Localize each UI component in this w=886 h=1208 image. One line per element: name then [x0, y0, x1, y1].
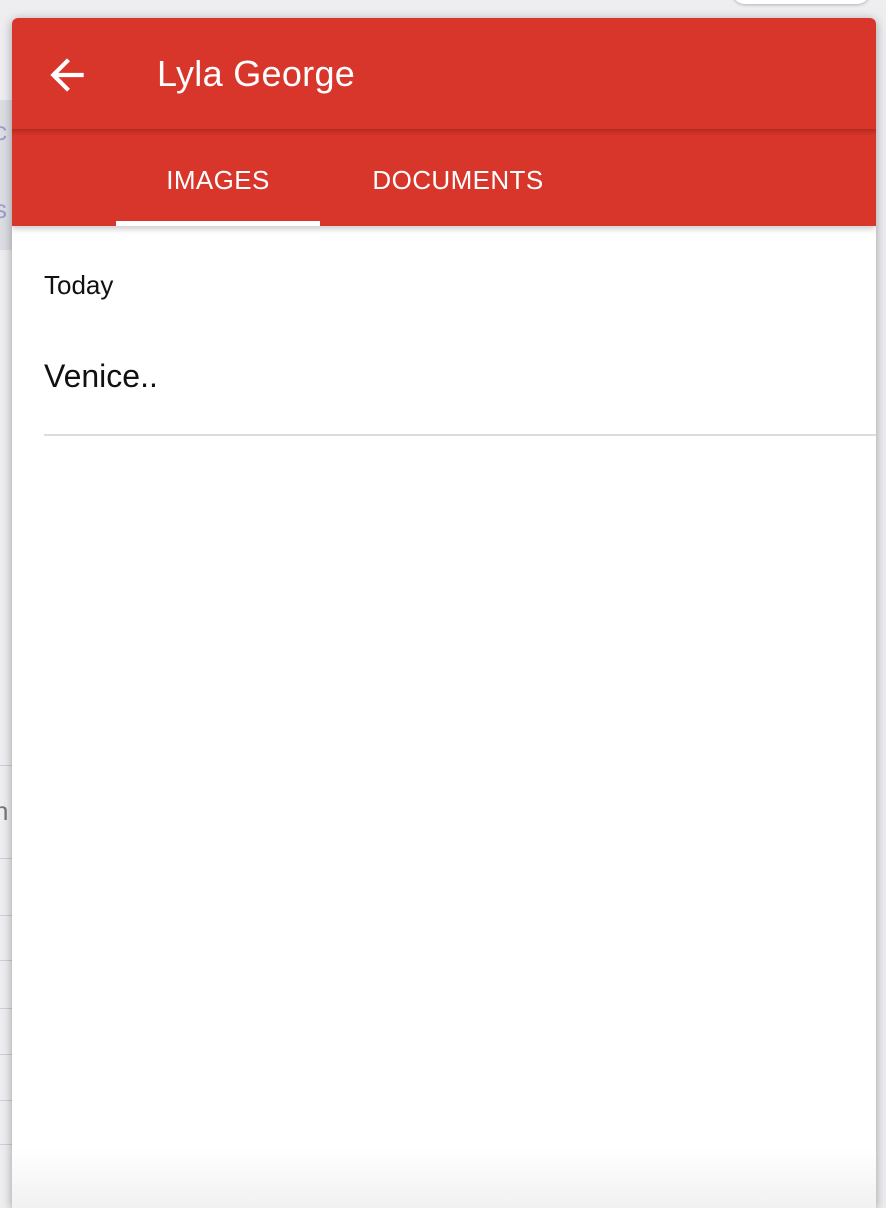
- background-glyph: c: [0, 116, 7, 146]
- tab-images[interactable]: IMAGES: [116, 135, 320, 226]
- app-toolbar: Lyla George: [12, 18, 876, 130]
- list-item-label: Venice..: [44, 358, 158, 394]
- bottom-fade: [12, 1148, 876, 1208]
- tab-documents[interactable]: DOCUMENTS: [348, 135, 568, 226]
- background-glyph: s: [0, 194, 7, 224]
- page-title: Lyla George: [157, 53, 356, 94]
- background-pill: [732, 0, 870, 4]
- arrow-left-icon: [50, 58, 84, 92]
- tab-bar: IMAGES DOCUMENTS: [12, 135, 876, 226]
- back-button[interactable]: [42, 50, 92, 100]
- content-list: Today Venice..: [12, 226, 876, 1208]
- list-item[interactable]: Venice..: [44, 342, 876, 436]
- media-panel: Lyla George IMAGES DOCUMENTS Today Venic…: [12, 18, 876, 1208]
- background-glyph: n: [0, 796, 9, 826]
- section-header-today: Today: [44, 270, 114, 300]
